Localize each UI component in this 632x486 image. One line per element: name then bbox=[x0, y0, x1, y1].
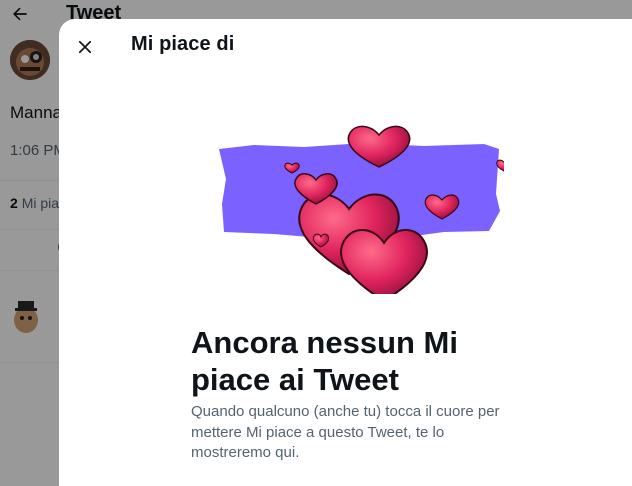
close-button[interactable] bbox=[69, 31, 101, 63]
empty-state-title: Ancora nessun Mi piace ai Tweet bbox=[191, 325, 458, 397]
modal-title: Mi piace di bbox=[131, 33, 235, 55]
empty-state-description: Quando qualcuno (anche tu) tocca il cuor… bbox=[191, 403, 500, 461]
close-icon bbox=[78, 40, 92, 54]
likes-modal: Mi piace di Ancora nessun Mi piace ai Tw… bbox=[59, 19, 632, 486]
hearts-illustration bbox=[219, 125, 504, 294]
heart-small-tr bbox=[496, 159, 504, 172]
